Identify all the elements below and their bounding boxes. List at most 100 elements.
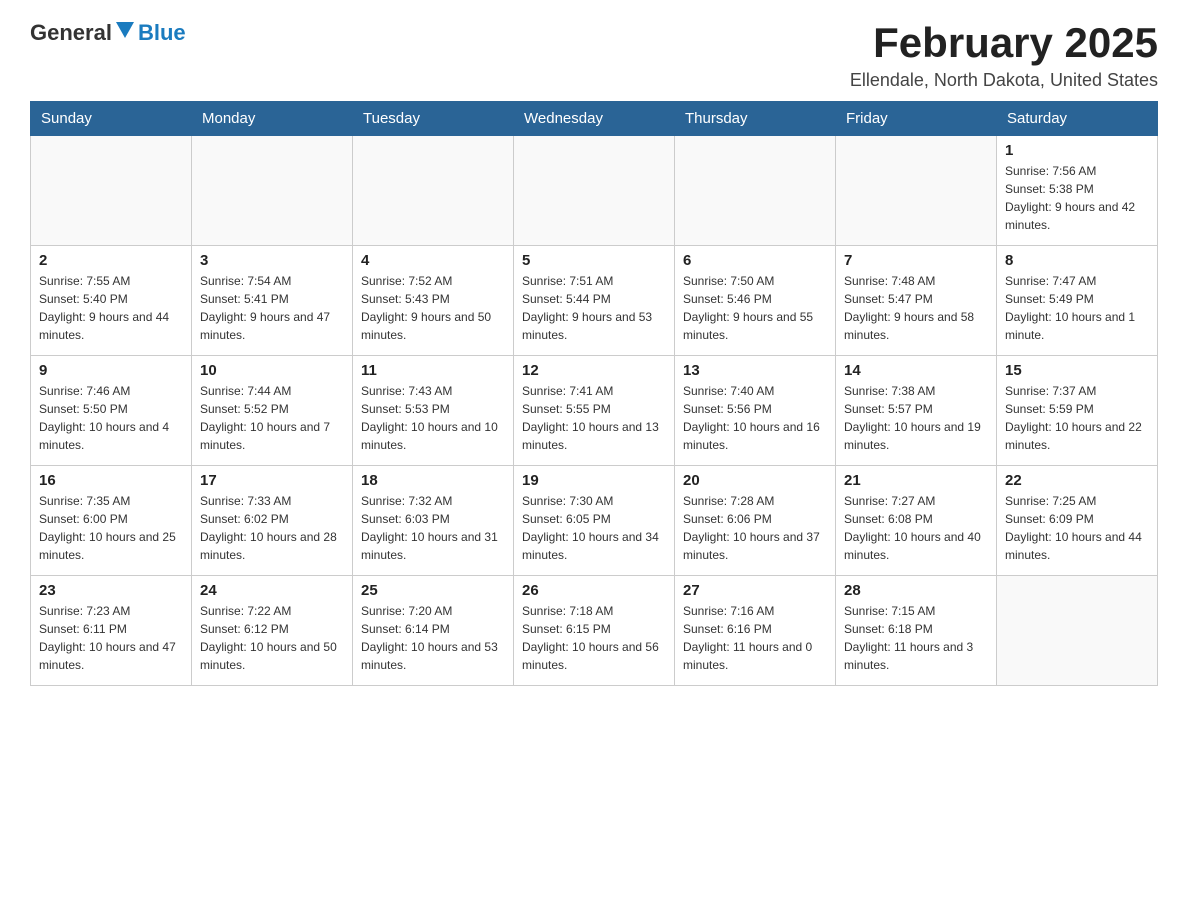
col-monday: Monday (192, 102, 353, 136)
calendar-day-cell (192, 136, 353, 246)
day-info: Sunrise: 7:43 AM Sunset: 5:53 PM Dayligh… (361, 382, 505, 454)
calendar-day-cell: 27 Sunrise: 7:16 AM Sunset: 6:16 PM Dayli… (675, 576, 836, 686)
day-info: Sunrise: 7:46 AM Sunset: 5:50 PM Dayligh… (39, 382, 183, 454)
day-number: 23 (39, 582, 183, 599)
day-info: Sunrise: 7:30 AM Sunset: 6:05 PM Dayligh… (522, 492, 666, 564)
day-info: Sunrise: 7:40 AM Sunset: 5:56 PM Dayligh… (683, 382, 827, 454)
day-number: 12 (522, 362, 666, 379)
day-info: Sunrise: 7:20 AM Sunset: 6:14 PM Dayligh… (361, 602, 505, 674)
calendar-day-cell (353, 136, 514, 246)
calendar-day-cell: 16 Sunrise: 7:35 AM Sunset: 6:00 PM Dayli… (31, 466, 192, 576)
day-info: Sunrise: 7:55 AM Sunset: 5:40 PM Dayligh… (39, 272, 183, 344)
col-wednesday: Wednesday (514, 102, 675, 136)
day-number: 18 (361, 472, 505, 489)
day-number: 13 (683, 362, 827, 379)
calendar-day-cell: 13 Sunrise: 7:40 AM Sunset: 5:56 PM Dayli… (675, 356, 836, 466)
calendar-day-cell: 25 Sunrise: 7:20 AM Sunset: 6:14 PM Dayli… (353, 576, 514, 686)
calendar-day-cell (675, 136, 836, 246)
calendar-day-cell: 9Sunrise: 7:46 AM Sunset: 5:50 PM Daylig… (31, 356, 192, 466)
calendar-day-cell: 6Sunrise: 7:50 AM Sunset: 5:46 PM Daylig… (675, 246, 836, 356)
calendar-day-cell: 24 Sunrise: 7:22 AM Sunset: 6:12 PM Dayli… (192, 576, 353, 686)
calendar-day-cell: 22Sunrise: 7:25 AM Sunset: 6:09 PM Dayli… (997, 466, 1158, 576)
calendar-day-cell: 3 Sunrise: 7:54 AM Sunset: 5:41 PM Daylig… (192, 246, 353, 356)
calendar-day-cell: 8 Sunrise: 7:47 AM Sunset: 5:49 PM Daylig… (997, 246, 1158, 356)
day-number: 7 (844, 252, 988, 269)
calendar-day-cell: 7 Sunrise: 7:48 AM Sunset: 5:47 PM Daylig… (836, 246, 997, 356)
days-of-week-row: Sunday Monday Tuesday Wednesday Thursday… (31, 102, 1158, 136)
day-number: 22 (1005, 472, 1149, 489)
calendar-day-cell: 5 Sunrise: 7:51 AM Sunset: 5:44 PM Daylig… (514, 246, 675, 356)
calendar-day-cell: 14 Sunrise: 7:38 AM Sunset: 5:57 PM Dayli… (836, 356, 997, 466)
day-number: 28 (844, 582, 988, 599)
col-thursday: Thursday (675, 102, 836, 136)
day-info: Sunrise: 7:32 AM Sunset: 6:03 PM Dayligh… (361, 492, 505, 564)
day-number: 25 (361, 582, 505, 599)
day-info: Sunrise: 7:41 AM Sunset: 5:55 PM Dayligh… (522, 382, 666, 454)
day-info: Sunrise: 7:22 AM Sunset: 6:12 PM Dayligh… (200, 602, 344, 674)
day-info: Sunrise: 7:52 AM Sunset: 5:43 PM Dayligh… (361, 272, 505, 344)
day-info: Sunrise: 7:38 AM Sunset: 5:57 PM Dayligh… (844, 382, 988, 454)
calendar-table: Sunday Monday Tuesday Wednesday Thursday… (30, 101, 1158, 686)
col-saturday: Saturday (997, 102, 1158, 136)
day-info: Sunrise: 7:28 AM Sunset: 6:06 PM Dayligh… (683, 492, 827, 564)
day-number: 8 (1005, 252, 1149, 269)
calendar-day-cell (836, 136, 997, 246)
day-number: 19 (522, 472, 666, 489)
calendar-day-cell: 21 Sunrise: 7:27 AM Sunset: 6:08 PM Dayli… (836, 466, 997, 576)
calendar-week-row: 2 Sunrise: 7:55 AM Sunset: 5:40 PM Daylig… (31, 246, 1158, 356)
calendar-day-cell: 26Sunrise: 7:18 AM Sunset: 6:15 PM Dayli… (514, 576, 675, 686)
calendar-day-cell (514, 136, 675, 246)
day-number: 27 (683, 582, 827, 599)
day-info: Sunrise: 7:23 AM Sunset: 6:11 PM Dayligh… (39, 602, 183, 674)
col-friday: Friday (836, 102, 997, 136)
calendar-day-cell (31, 136, 192, 246)
calendar-day-cell: 17 Sunrise: 7:33 AM Sunset: 6:02 PM Dayli… (192, 466, 353, 576)
day-number: 2 (39, 252, 183, 269)
calendar-week-row: 1Sunrise: 7:56 AM Sunset: 5:38 PM Daylig… (31, 136, 1158, 246)
calendar-day-cell: 12 Sunrise: 7:41 AM Sunset: 5:55 PM Dayli… (514, 356, 675, 466)
calendar-day-cell: 28Sunrise: 7:15 AM Sunset: 6:18 PM Dayli… (836, 576, 997, 686)
day-number: 4 (361, 252, 505, 269)
title-block: February 2025 Ellendale, North Dakota, U… (850, 20, 1158, 91)
day-number: 15 (1005, 362, 1149, 379)
calendar-week-row: 23 Sunrise: 7:23 AM Sunset: 6:11 PM Dayli… (31, 576, 1158, 686)
day-number: 17 (200, 472, 344, 489)
col-tuesday: Tuesday (353, 102, 514, 136)
calendar-day-cell: 18 Sunrise: 7:32 AM Sunset: 6:03 PM Dayli… (353, 466, 514, 576)
calendar-day-cell: 23 Sunrise: 7:23 AM Sunset: 6:11 PM Dayli… (31, 576, 192, 686)
calendar-day-cell (997, 576, 1158, 686)
day-info: Sunrise: 7:54 AM Sunset: 5:41 PM Dayligh… (200, 272, 344, 344)
day-number: 21 (844, 472, 988, 489)
logo: General Blue (30, 20, 186, 46)
logo-general: General (30, 20, 112, 46)
day-number: 20 (683, 472, 827, 489)
calendar-day-cell: 2 Sunrise: 7:55 AM Sunset: 5:40 PM Daylig… (31, 246, 192, 356)
logo-triangle-icon (116, 22, 134, 40)
day-info: Sunrise: 7:35 AM Sunset: 6:00 PM Dayligh… (39, 492, 183, 564)
page-header: General Blue February 2025 Ellendale, No… (30, 20, 1158, 91)
calendar-day-cell: 11Sunrise: 7:43 AM Sunset: 5:53 PM Dayli… (353, 356, 514, 466)
day-number: 3 (200, 252, 344, 269)
location-title: Ellendale, North Dakota, United States (850, 70, 1158, 91)
day-number: 16 (39, 472, 183, 489)
calendar-week-row: 9Sunrise: 7:46 AM Sunset: 5:50 PM Daylig… (31, 356, 1158, 466)
day-info: Sunrise: 7:56 AM Sunset: 5:38 PM Dayligh… (1005, 162, 1149, 234)
day-number: 14 (844, 362, 988, 379)
day-info: Sunrise: 7:47 AM Sunset: 5:49 PM Dayligh… (1005, 272, 1149, 344)
day-info: Sunrise: 7:33 AM Sunset: 6:02 PM Dayligh… (200, 492, 344, 564)
day-info: Sunrise: 7:51 AM Sunset: 5:44 PM Dayligh… (522, 272, 666, 344)
col-sunday: Sunday (31, 102, 192, 136)
day-info: Sunrise: 7:16 AM Sunset: 6:16 PM Dayligh… (683, 602, 827, 674)
day-info: Sunrise: 7:37 AM Sunset: 5:59 PM Dayligh… (1005, 382, 1149, 454)
day-number: 10 (200, 362, 344, 379)
calendar-day-cell: 15 Sunrise: 7:37 AM Sunset: 5:59 PM Dayli… (997, 356, 1158, 466)
calendar-day-cell: 4 Sunrise: 7:52 AM Sunset: 5:43 PM Daylig… (353, 246, 514, 356)
day-number: 26 (522, 582, 666, 599)
month-title: February 2025 (850, 20, 1158, 66)
calendar-week-row: 16 Sunrise: 7:35 AM Sunset: 6:00 PM Dayli… (31, 466, 1158, 576)
day-info: Sunrise: 7:48 AM Sunset: 5:47 PM Dayligh… (844, 272, 988, 344)
day-number: 5 (522, 252, 666, 269)
day-number: 24 (200, 582, 344, 599)
logo-blue: Blue (138, 20, 186, 46)
day-info: Sunrise: 7:27 AM Sunset: 6:08 PM Dayligh… (844, 492, 988, 564)
